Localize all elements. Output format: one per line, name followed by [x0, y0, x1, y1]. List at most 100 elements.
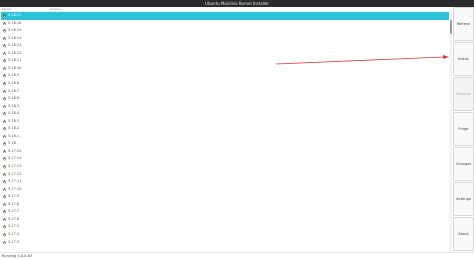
kernel-version-label: 5.17.14: [8, 156, 22, 161]
tux-icon: [3, 150, 6, 154]
tux-icon: [3, 59, 6, 63]
kernel-row[interactable]: 5.18.13: [1, 42, 449, 50]
kernel-row[interactable]: 5.18.4: [1, 110, 449, 118]
tux-icon: [3, 210, 6, 214]
tux-icon: [3, 165, 6, 169]
tux-icon: [3, 180, 6, 184]
kernel-row[interactable]: 5.17.15: [1, 148, 449, 156]
kernel-version-label: 5.18.8: [8, 80, 20, 85]
kernel-row[interactable]: 5.17.14: [1, 155, 449, 163]
kernel-row[interactable]: 5.18.1: [1, 133, 449, 141]
kernel-row[interactable]: 5.18.15: [1, 27, 449, 35]
kernel-version-label: 5.17.7: [8, 209, 20, 214]
list-scrollbar[interactable]: [449, 12, 452, 252]
kernel-row[interactable]: 5.17.10: [1, 186, 449, 194]
tux-icon: [3, 127, 6, 131]
kernel-version-label: 5.18.10: [8, 65, 22, 70]
tux-icon: [3, 36, 6, 41]
tux-icon: [3, 74, 6, 78]
kernel-row[interactable]: 5.18.9: [1, 72, 449, 80]
kernel-row[interactable]: 5.18.6: [1, 95, 449, 103]
kernel-version-label: 5.18.17: [8, 13, 22, 17]
kernel-version-label: 5.18.9: [8, 73, 20, 78]
kernel-version-label: 5.17.5: [8, 224, 20, 229]
kernel-row[interactable]: 5.17.6: [1, 216, 449, 224]
kernel-version-label: 5.18.2: [8, 126, 20, 131]
kernel-row[interactable]: 5.17.3: [1, 239, 449, 247]
kernel-row[interactable]: 5.18.10: [1, 65, 449, 73]
changes-button[interactable]: Changes: [453, 147, 474, 181]
tux-icon: [3, 157, 6, 162]
tux-icon: [3, 67, 6, 71]
purge-button-label: Purge: [458, 127, 469, 131]
kernel-row[interactable]: 5.18.16: [1, 20, 449, 28]
kernel-row[interactable]: 5.17.5: [1, 223, 449, 231]
kernel-version-label: 5.18.13: [8, 43, 22, 48]
kernel-version-label: 5.18.11: [8, 58, 22, 63]
kernel-row[interactable]: 5.17.9: [1, 193, 449, 201]
kernel-version-label: 5.18: [8, 141, 16, 146]
kernel-version-label: 5.17.4: [8, 231, 20, 236]
kernel-version-label: 5.17.11: [8, 179, 22, 184]
window-title: Ubuntu Mainline Kernel Installer: [205, 1, 269, 6]
kernel-row[interactable]: 5.18.7: [1, 88, 449, 96]
tux-icon: [3, 225, 6, 229]
kernel-row[interactable]: 5.17.13: [1, 163, 449, 171]
kernel-row[interactable]: 5.18.12: [1, 50, 449, 58]
kernel-row[interactable]: 5.17.8: [1, 201, 449, 209]
tux-icon: [3, 218, 6, 222]
kernel-row[interactable]: 5.18.14: [1, 35, 449, 43]
kernel-row[interactable]: 5.18.17: [1, 12, 449, 20]
tux-icon: [3, 233, 6, 237]
settings-button[interactable]: Settings: [453, 182, 474, 216]
kernel-row[interactable]: 5.17.11: [1, 178, 449, 186]
kernel-row[interactable]: 5.18: [1, 140, 449, 148]
kernel-row[interactable]: 5.18.2: [1, 125, 449, 133]
kernel-version-label: 5.17.6: [8, 216, 20, 221]
remove-button-label: Remove: [456, 92, 471, 96]
kernel-version-label: 5.18.5: [8, 103, 20, 108]
tux-icon: [3, 112, 6, 116]
remove-button[interactable]: Remove: [453, 77, 474, 111]
kernel-row[interactable]: 5.17.12: [1, 171, 449, 179]
kernel-version-label: 5.17.8: [8, 201, 20, 206]
kernel-version-label: 5.17.3: [8, 239, 20, 244]
refresh-button[interactable]: Refresh: [453, 7, 474, 41]
window-titlebar: Ubuntu Mainline Kernel Installer: [0, 0, 474, 7]
about-button[interactable]: About: [453, 217, 474, 251]
refresh-button-label: Refresh: [456, 22, 471, 26]
kernel-version-label: 5.17.10: [8, 186, 22, 191]
tux-icon: [3, 21, 6, 26]
kernel-version-label: 5.18.3: [8, 118, 20, 123]
tux-icon: [3, 240, 6, 245]
tux-icon: [3, 172, 6, 177]
install-button[interactable]: Install: [453, 42, 474, 76]
kernel-row[interactable]: 5.18.5: [1, 103, 449, 111]
kernel-version-label: 5.17.9: [8, 194, 20, 199]
list-scrollbar-thumb[interactable]: [449, 20, 452, 34]
kernel-row[interactable]: 5.17.4: [1, 231, 449, 239]
tux-icon: [3, 51, 6, 56]
tux-icon: [3, 195, 6, 199]
tux-icon: [3, 97, 6, 101]
purge-button[interactable]: Purge: [453, 112, 474, 146]
status-bar: Running 5.8.0-63: [0, 252, 474, 259]
about-button-label: About: [458, 232, 469, 236]
settings-button-label: Settings: [456, 197, 471, 201]
action-sidebar: Refresh Install Remove Purge Changes Set…: [453, 7, 474, 252]
kernel-row[interactable]: 5.18.11: [1, 57, 449, 65]
tux-icon: [3, 187, 6, 192]
kernel-row[interactable]: 5.17.7: [1, 208, 449, 216]
kernel-list[interactable]: 5.18.17 5.18.16 5.18.15 5.18.14 5.18.13 5.18.…: [0, 12, 451, 252]
kernel-version-label: 5.18.6: [8, 96, 20, 101]
install-button-label: Install: [458, 57, 469, 61]
tux-icon: [3, 142, 6, 146]
kernel-row[interactable]: 5.18.8: [1, 80, 449, 88]
tux-icon: [3, 29, 6, 33]
kernel-version-label: 5.18.4: [8, 111, 20, 116]
kernel-version-label: 5.17.15: [8, 148, 22, 153]
tux-icon: [3, 44, 6, 48]
kernel-row[interactable]: 5.18.3: [1, 118, 449, 126]
changes-button-label: Changes: [455, 162, 472, 166]
kernel-version-label: 5.18.14: [8, 35, 22, 40]
